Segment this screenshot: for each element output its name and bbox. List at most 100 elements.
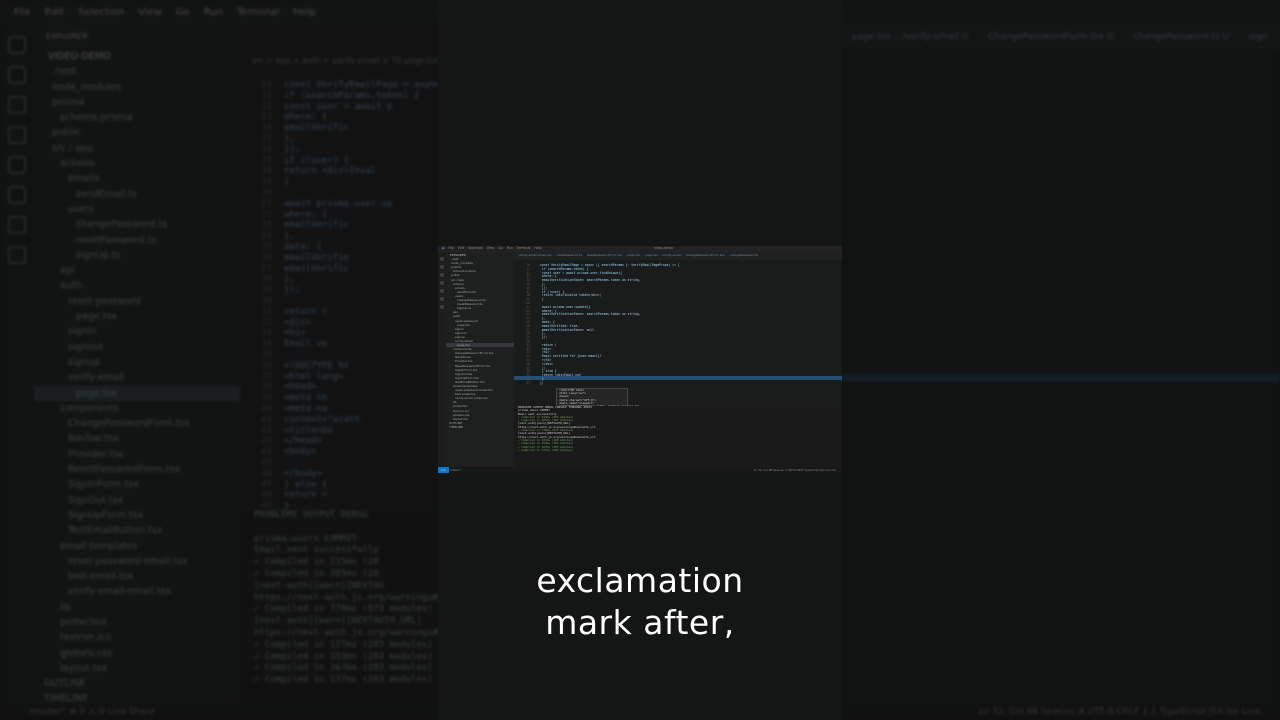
search-icon[interactable] [8, 66, 26, 84]
remote-icon[interactable] [440, 297, 444, 301]
explorer-item[interactable]: verify-email-email.tsx [34, 584, 240, 599]
menu-item[interactable]: Terminal [237, 7, 279, 18]
explorer-item[interactable]: emails [34, 171, 240, 186]
branch-label[interactable]: master* [450, 468, 461, 472]
explorer-item[interactable]: node_modules [34, 80, 240, 95]
menu-item[interactable]: Terminal [517, 246, 530, 250]
line-number: 41 [526, 380, 530, 385]
explorer-item[interactable]: SignUpForm.tsx [34, 508, 240, 523]
docker-icon[interactable] [8, 246, 26, 264]
explorer-item[interactable]: resetPassword.ts [34, 233, 240, 248]
explorer-root[interactable]: VIDEO-DEMO [34, 49, 240, 64]
line-number: 37 [261, 371, 272, 382]
terminal-panel[interactable]: PROBLEMS OUTPUT DEBUG prisma.users COMMIT… [240, 510, 460, 704]
status-right[interactable]: Ln 32, Col 88 Spaces: 4 UTF-8 CRLF { } T… [979, 704, 1260, 720]
editor-tab[interactable]: page.tsx [627, 253, 640, 257]
explorer-item[interactable]: src / app [34, 141, 240, 156]
menu-item[interactable]: Edit [458, 246, 464, 250]
explorer-item[interactable]: reset-password [34, 294, 240, 309]
explorer-item[interactable]: signin [34, 324, 240, 339]
editor-tab[interactable]: sign [1249, 32, 1268, 42]
explorer-item[interactable]: signout [34, 340, 240, 355]
explorer-item[interactable]: ResetPasswordForm.tsx [34, 462, 240, 477]
editor-tab[interactable]: ResetPasswordForm.tsx [587, 253, 622, 257]
explorer-item[interactable]: .next [34, 64, 240, 79]
status-left[interactable]: master* ⊗ 0 ⚠ 0 Live Share [30, 704, 155, 720]
explorer-item[interactable]: test-email.tsx [34, 569, 240, 584]
explorer-item[interactable]: favicon.ico [34, 630, 240, 645]
explorer-item[interactable]: TestEmailButton.tsx [34, 523, 240, 538]
menu-item[interactable]: Edit [45, 7, 64, 18]
menu-item[interactable]: View [138, 7, 162, 18]
explorer-item[interactable]: Provider.tsx [34, 447, 240, 462]
editor-tab[interactable]: verify-email-email.tsx [519, 253, 552, 257]
explorer-item[interactable]: public [34, 125, 240, 140]
explorer-item[interactable]: SignOut.tsx [34, 493, 240, 508]
files-icon[interactable] [440, 257, 444, 261]
explorer-item[interactable]: components [34, 401, 240, 416]
editor-tabs: page.tsx .../verify-email U ChangePasswor… [842, 24, 1280, 50]
menu-item[interactable]: Selection [468, 246, 483, 250]
explorer-item[interactable]: verify-email [34, 370, 240, 385]
editor-tab[interactable]: changePassword.ts U [1133, 32, 1229, 42]
search-icon[interactable] [440, 265, 444, 269]
explorer-item[interactable]: reset-password-email.tsx [34, 554, 240, 569]
menu-item[interactable]: Go [498, 246, 502, 250]
explorer-item[interactable]: sendEmail.ts [34, 187, 240, 202]
menu-item[interactable]: View [487, 246, 495, 250]
explorer-item[interactable]: email-templates [34, 539, 240, 554]
explorer-item[interactable]: changePassword.ts [34, 217, 240, 232]
explorer-item[interactable]: api [34, 263, 240, 278]
mini-status-right[interactable]: Ln 32, Col 88 Spaces: 4 UTF-8 CRLF TypeS… [754, 467, 836, 473]
editor-tab[interactable]: ChangePasswordForm.tsx U [988, 32, 1113, 42]
explorer-item[interactable]: lib [34, 600, 240, 615]
explorer-item[interactable]: users [34, 202, 240, 217]
remote-icon[interactable] [8, 186, 26, 204]
explorer-item[interactable]: ChangePasswordForm.tsx [34, 416, 240, 431]
line-number: 46 [261, 468, 272, 479]
explorer-item[interactable]: signUp.ts [34, 248, 240, 263]
editor-tab[interactable]: changePassword.ts [729, 253, 758, 257]
explorer-item[interactable]: OUTLINE [34, 676, 240, 691]
menu-item[interactable]: File [14, 7, 31, 18]
remote-indicator[interactable]: >< [438, 467, 449, 473]
explorer-item[interactable]: page.tsx [34, 309, 240, 324]
menu-item[interactable]: Run [507, 246, 513, 250]
explorer-item[interactable]: page.tsx [34, 385, 240, 401]
explorer-item[interactable]: auth [34, 278, 240, 293]
menu-item[interactable]: Go [176, 7, 190, 18]
extensions-icon[interactable] [8, 156, 26, 174]
explorer-item[interactable]: SignInForm.tsx [34, 477, 240, 492]
source-control-icon[interactable] [8, 96, 26, 114]
testing-icon[interactable] [8, 216, 26, 234]
editor-tab[interactable]: page.tsx .../verify-email U [852, 32, 968, 42]
code-line: emailVerific [284, 220, 350, 231]
mini-terminal[interactable]: PROBLEMS OUTPUT DEBUG CONSOLE TERMINAL P… [514, 405, 842, 467]
menu-item[interactable]: Help [293, 7, 316, 18]
menu-item[interactable]: Selection [78, 7, 124, 18]
menu-item[interactable]: File [448, 246, 453, 250]
editor-tab[interactable]: resetPassword.ts [557, 253, 582, 257]
editor-tab[interactable]: page.tsx .../verify-email [645, 253, 681, 257]
explorer-item[interactable]: schema.prisma [34, 110, 240, 125]
explorer-item[interactable]: layout.tsx [34, 661, 240, 676]
files-icon[interactable] [8, 36, 26, 54]
explorer-item[interactable]: Navbar.tsx [34, 431, 240, 446]
testing-icon[interactable] [440, 305, 444, 309]
explorer-item[interactable]: prisma [34, 95, 240, 110]
menu-item[interactable]: Run [204, 7, 223, 18]
secondary-editor[interactable] [842, 24, 1280, 704]
line-number: 44 [261, 447, 272, 458]
source-control-icon[interactable] [440, 273, 444, 277]
explorer-item[interactable]: signup [34, 355, 240, 370]
run-debug-icon[interactable] [440, 281, 444, 285]
run-debug-icon[interactable] [8, 126, 26, 144]
explorer-item[interactable]: actions [34, 156, 240, 171]
editor-tab[interactable]: ChangePasswordForm.tsx [686, 253, 725, 257]
explorer-item[interactable]: TIMELINE [446, 425, 514, 429]
explorer-item[interactable]: globals.css [34, 646, 240, 661]
extensions-icon[interactable] [440, 289, 444, 293]
mini-code-editor[interactable]: 10 const VerifyEmailPage = async ({ searc… [514, 263, 842, 404]
explorer-item[interactable]: protected [34, 615, 240, 630]
menu-item[interactable]: Help [534, 246, 541, 250]
